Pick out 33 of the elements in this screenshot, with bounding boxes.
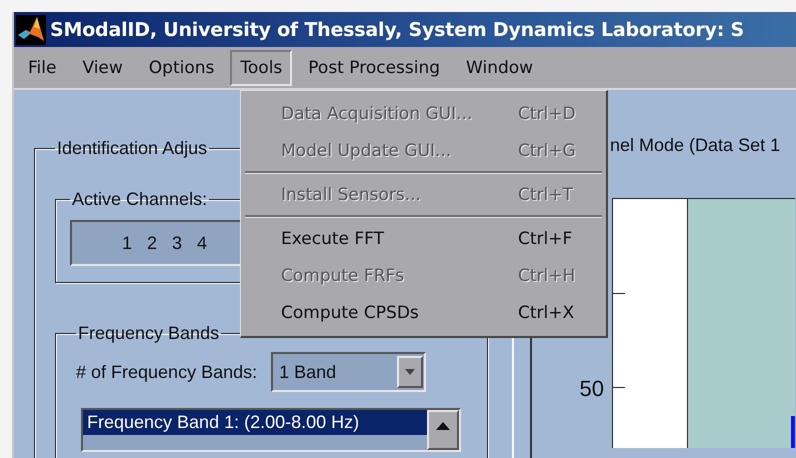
bands-dropdown[interactable]: 1 Band xyxy=(271,352,426,392)
menu-item[interactable]: Post Processing xyxy=(298,50,450,86)
menu-option[interactable]: Execute FFT Ctrl+F xyxy=(241,220,606,257)
window-title: SModalID, University of Thessaly, System Dynamics Laboratory: S xyxy=(50,18,744,40)
menu-option[interactable]: Compute CPSDs Ctrl+X xyxy=(241,294,606,331)
menu-option-label: Execute FFT xyxy=(281,228,386,248)
group-title: Identification Adjus xyxy=(56,138,208,159)
menu-option-label: Compute CPSDs xyxy=(281,302,420,322)
app-logo-icon xyxy=(16,14,46,44)
menu-option-label: Model Update GUI... xyxy=(281,140,452,160)
shortcut-label: Ctrl+D xyxy=(518,104,576,124)
group-title: Frequency Bands xyxy=(77,323,220,344)
shortcut-label: Ctrl+X xyxy=(518,302,574,322)
scroll-up-button[interactable] xyxy=(427,410,459,450)
shortcut-label: Ctrl+H xyxy=(518,266,576,286)
shortcut-label: Ctrl+G xyxy=(518,140,576,160)
plot-title: nel Mode (Data Set 1 xyxy=(610,135,782,156)
menu-item[interactable]: Options xyxy=(138,50,224,86)
menu-item[interactable]: Tools xyxy=(230,50,292,86)
shortcut-label: Ctrl+T xyxy=(518,184,573,204)
shortcut-label: Ctrl+F xyxy=(518,228,572,248)
scroll-up-arrow-icon xyxy=(436,422,450,430)
dropdown-arrow-icon xyxy=(405,369,416,375)
field-label: # of Frequency Bands: xyxy=(76,362,258,382)
list-item[interactable]: Frequency Band 1: (2.00-8.00 Hz) xyxy=(83,410,427,435)
menu-option-label: Data Acquisition GUI... xyxy=(281,104,474,124)
menu-option-label: Install Sensors... xyxy=(281,184,422,204)
menu-item[interactable]: File xyxy=(18,50,66,86)
menu-item[interactable]: View xyxy=(72,50,133,86)
menu-option-label: Compute FRFs xyxy=(281,266,406,286)
menu-item[interactable]: Window xyxy=(456,50,544,86)
group-title: Active Channels: xyxy=(71,189,208,210)
axis-tick-label: 50 xyxy=(580,376,604,401)
